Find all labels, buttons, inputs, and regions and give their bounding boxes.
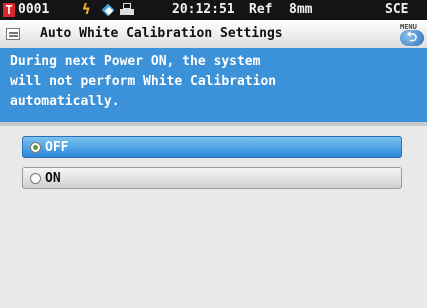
info-message: During next Power ON, the system will no… [0,48,427,122]
option-off[interactable]: OFF [22,136,402,158]
message-line-1: During next Power ON, the system [10,54,261,69]
option-on-label: ON [45,171,61,186]
back-icon[interactable]: ⮌ [400,30,424,46]
printer-icon [120,3,134,17]
measurement-mode: SCE [385,2,409,17]
clock: 20:12:51 [172,2,235,17]
battery-bolt-icon: ϟ [82,2,91,18]
status-bar: T 0001 ϟ 20:12:51 Ref 8mm SCE [0,0,427,20]
message-line-2: will not perform White Calibration [10,74,277,89]
radio-selected-icon [30,142,41,153]
aperture-label: 8mm [289,2,313,17]
options-list: OFF ON [0,126,427,308]
reference-label: Ref [249,2,273,17]
page-title: Auto White Calibration Settings [40,26,283,41]
title-bar: Auto White Calibration Settings MENU ⮌ [0,20,427,48]
white-calibration-icon [101,3,115,17]
option-off-label: OFF [45,140,69,155]
option-on[interactable]: ON [22,167,402,189]
target-icon: T [3,3,15,17]
message-line-3: automatically. [10,94,120,109]
radio-unselected-icon [30,173,41,184]
device-screen: T 0001 ϟ 20:12:51 Ref 8mm SCE Auto White… [0,0,427,308]
target-number: 0001 [18,2,50,17]
settings-icon [6,28,20,40]
